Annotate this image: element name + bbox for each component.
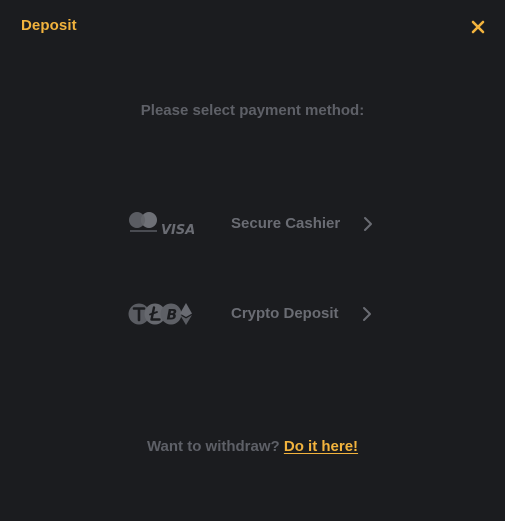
withdraw-text: Want to withdraw? [146, 438, 280, 455]
secure-cashier-option[interactable]: VISA Secure Cashier [128, 209, 388, 239]
modal-title: Deposit [21, 17, 77, 34]
visa-icon: VISA [161, 223, 195, 238]
payment-method-prompt: Please select payment method: [140, 102, 365, 119]
close-button[interactable] [469, 18, 487, 36]
crypto-deposit-option[interactable]: B Crypto Deposit [128, 299, 388, 329]
svg-text:VISA: VISA [161, 223, 194, 238]
deposit-modal: Deposit Please select payment method: VI… [0, 0, 505, 521]
svg-text:B: B [167, 308, 178, 324]
card-logos: VISA [128, 209, 195, 239]
secure-cashier-label: Secure Cashier [231, 215, 341, 232]
crypto-logos: B [128, 299, 194, 329]
withdraw-link[interactable]: Do it here! [284, 438, 358, 455]
close-icon [471, 20, 485, 34]
withdraw-prompt: Want to withdraw? Do it here! [0, 438, 505, 455]
chevron-right-icon [364, 217, 372, 231]
bitcoin-icon: B [160, 303, 182, 325]
ethereum-icon [180, 303, 192, 325]
chevron-right-icon [363, 307, 371, 321]
mastercard-icon [129, 212, 157, 232]
crypto-deposit-label: Crypto Deposit [231, 305, 339, 322]
